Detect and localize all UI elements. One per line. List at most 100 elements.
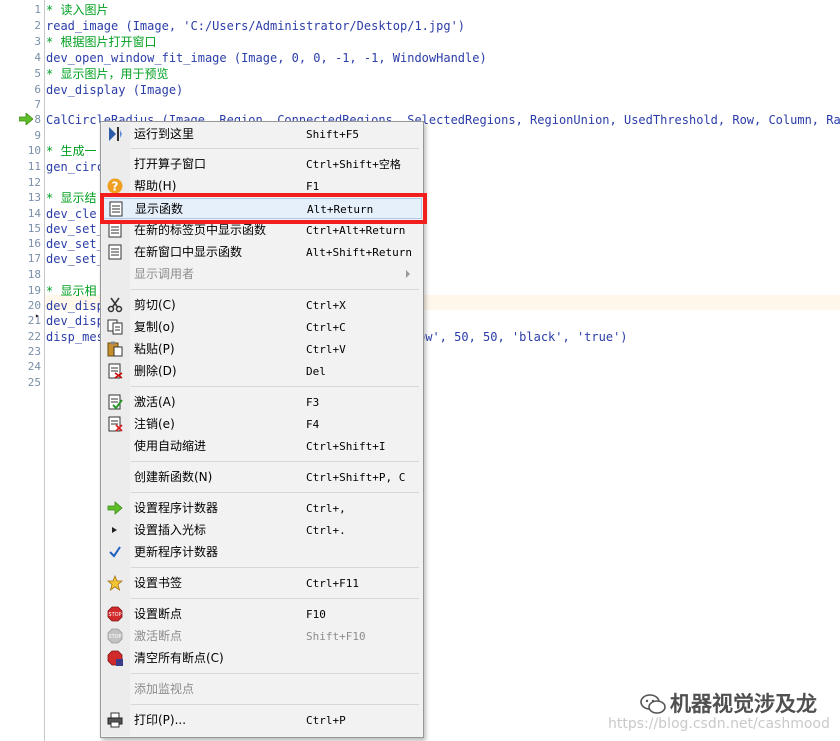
code-line[interactable]: dev_disp: [46, 298, 104, 314]
line-number: 17: [27, 252, 41, 265]
code-line[interactable]: * 显示图片，用于预览: [46, 66, 168, 82]
menu-item-shortcut: Shift+F5: [306, 128, 359, 141]
copy-icon: [107, 319, 123, 335]
line-number: 1: [34, 3, 41, 16]
menu-item-label: 设置书签: [134, 576, 183, 590]
menu-separator: [131, 492, 419, 493]
menu-item-delete[interactable]: 删除(D) Del: [102, 361, 422, 382]
menu-item-label: 更新程序计数器: [134, 545, 219, 559]
menu-item-shortcut: Ctrl+P: [306, 714, 346, 727]
code-line-tail[interactable]: ow', 50, 50, 'black', 'true'): [418, 329, 628, 345]
menu-item-create-new-function[interactable]: 创建新函数(N) Ctrl+Shift+P, C: [102, 467, 422, 488]
line-number: 18: [27, 268, 41, 281]
menu-item-copy[interactable]: 复制(o) Ctrl+C: [102, 317, 422, 338]
menu-item-set-bookmark[interactable]: 设置书签 Ctrl+F11: [102, 573, 422, 594]
menu-item-label: 使用自动缩进: [134, 439, 207, 453]
line-number: 25: [27, 376, 41, 389]
svg-text:STOP: STOP: [108, 612, 121, 618]
menu-item-label: 粘贴(P): [134, 342, 175, 356]
code-line[interactable]: * 根据图片打开窗口: [46, 34, 156, 50]
menu-item-set-program-counter[interactable]: 设置程序计数器 Ctrl+,: [102, 498, 422, 519]
svg-text:?: ?: [112, 180, 119, 194]
code-line[interactable]: * 读入图片: [46, 2, 108, 18]
menu-item-add-watchpoint[interactable]: 添加监视点: [102, 679, 422, 700]
code-line[interactable]: * 显示相: [46, 283, 96, 299]
document-icon: [108, 244, 122, 260]
watermark-title: 机器视觉涉及龙: [640, 688, 817, 718]
checkmark-icon: [109, 546, 121, 558]
menu-item-show-function-new-window[interactable]: 在新窗口中显示函数 Alt+Shift+Return: [102, 242, 422, 263]
menu-item-cut[interactable]: 剪切(C) Ctrl+X: [102, 295, 422, 316]
menu-item-label: 打开算子窗口: [134, 157, 207, 171]
insert-cursor-icon: [112, 527, 117, 533]
program-counter-arrow-icon: [19, 113, 33, 125]
code-line[interactable]: dev_disp: [46, 313, 104, 329]
menu-item-label: 设置程序计数器: [134, 501, 219, 515]
menu-item-label: 添加监视点: [134, 682, 195, 696]
menu-item-label: 激活断点: [134, 629, 183, 643]
menu-item-label: 显示调用者: [134, 267, 195, 281]
code-line[interactable]: dev_open_window_fit_image (Image, 0, 0, …: [46, 50, 487, 66]
menu-item-shortcut: F3: [306, 396, 320, 409]
menu-item-label: 剪切(C): [134, 298, 176, 312]
menu-item-shortcut: Alt+Shift+Return: [306, 246, 412, 259]
menu-item-deactivate[interactable]: 注销(e) F4: [102, 414, 422, 435]
menu-item-activate[interactable]: 激活(A) F3: [102, 392, 422, 413]
menu-item-label: 创建新函数(N): [134, 470, 213, 484]
stop-clear-icon: [107, 650, 123, 666]
deactivate-icon: [108, 416, 123, 432]
menu-item-label: 设置断点: [134, 607, 183, 621]
line-number: 12: [27, 176, 41, 189]
line-number: 2: [34, 19, 41, 32]
menu-separator: [131, 289, 419, 290]
menu-item-shortcut: Del: [306, 365, 326, 378]
menu-item-shortcut: Shift+F10: [306, 630, 366, 643]
line-number: 4: [34, 51, 41, 64]
menu-item-set-insert-cursor[interactable]: 设置插入光标 Ctrl+.: [102, 520, 422, 541]
menu-item-shortcut: Ctrl+C: [306, 321, 346, 334]
menu-item-auto-indent[interactable]: 使用自动缩进 Ctrl+Shift+I: [102, 436, 422, 457]
menu-item-shortcut: Ctrl+X: [306, 299, 346, 312]
line-number: 13: [27, 191, 41, 204]
code-line[interactable]: * 显示结: [46, 190, 96, 206]
code-line[interactable]: dev_display (Image): [46, 82, 183, 98]
menu-item-print[interactable]: 打印(P)... Ctrl+P: [102, 710, 422, 731]
menu-item-shortcut: Ctrl+Shift+空格: [306, 158, 401, 171]
submenu-arrow-icon: [406, 270, 410, 278]
code-line[interactable]: disp_mes: [46, 329, 104, 345]
menu-item-update-program-counter[interactable]: 更新程序计数器: [102, 542, 422, 563]
menu-item-shortcut: F4: [306, 418, 320, 431]
menu-item-label: 设置插入光标: [134, 523, 207, 537]
menu-item-label: 注销(e): [134, 417, 175, 431]
code-line[interactable]: dev_set_: [46, 221, 104, 237]
watermark-title-text: 机器视觉涉及龙: [670, 692, 817, 716]
menu-item-set-breakpoint[interactable]: STOP 设置断点 F10: [102, 604, 422, 625]
menu-separator: [131, 461, 419, 462]
menu-item-shortcut: Ctrl+V: [306, 343, 346, 356]
svg-text:STOP: STOP: [108, 634, 121, 640]
code-line[interactable]: dev_set_: [46, 236, 104, 252]
code-line[interactable]: * 生成一: [46, 143, 96, 159]
code-line[interactable]: dev_cle: [46, 206, 97, 222]
menu-separator: [131, 704, 419, 705]
menu-item-label: 运行到这里: [134, 127, 195, 141]
menu-item-run-to-here[interactable]: 运行到这里 Shift+F5: [102, 124, 422, 145]
scissors-icon: [107, 297, 123, 313]
menu-item-label: 复制(o): [134, 320, 175, 334]
line-number: 10: [27, 144, 41, 157]
menu-item-shortcut: Ctrl+Shift+P, C: [306, 471, 406, 484]
menu-item-label: 清空所有断点(C): [134, 651, 224, 665]
menu-item-open-operator-window[interactable]: 打开算子窗口 Ctrl+Shift+空格: [102, 154, 422, 175]
menu-separator: [131, 567, 419, 568]
menu-item-shortcut: Ctrl+.: [306, 524, 346, 537]
menu-item-show-callers[interactable]: 显示调用者: [102, 264, 422, 285]
code-line[interactable]: read_image (Image, 'C:/Users/Administrat…: [46, 18, 465, 34]
code-line[interactable]: dev_set_: [46, 251, 104, 267]
line-number: 3: [34, 35, 41, 48]
line-number: 22: [27, 330, 41, 343]
menu-item-paste[interactable]: 粘贴(P) Ctrl+V: [102, 339, 422, 360]
menu-item-clear-breakpoints[interactable]: 清空所有断点(C): [102, 648, 422, 669]
menu-item-activate-breakpoint[interactable]: STOP 激活断点 Shift+F10: [102, 626, 422, 647]
highlight-annotation-box: [100, 193, 427, 224]
code-line[interactable]: gen_circ: [46, 159, 104, 175]
